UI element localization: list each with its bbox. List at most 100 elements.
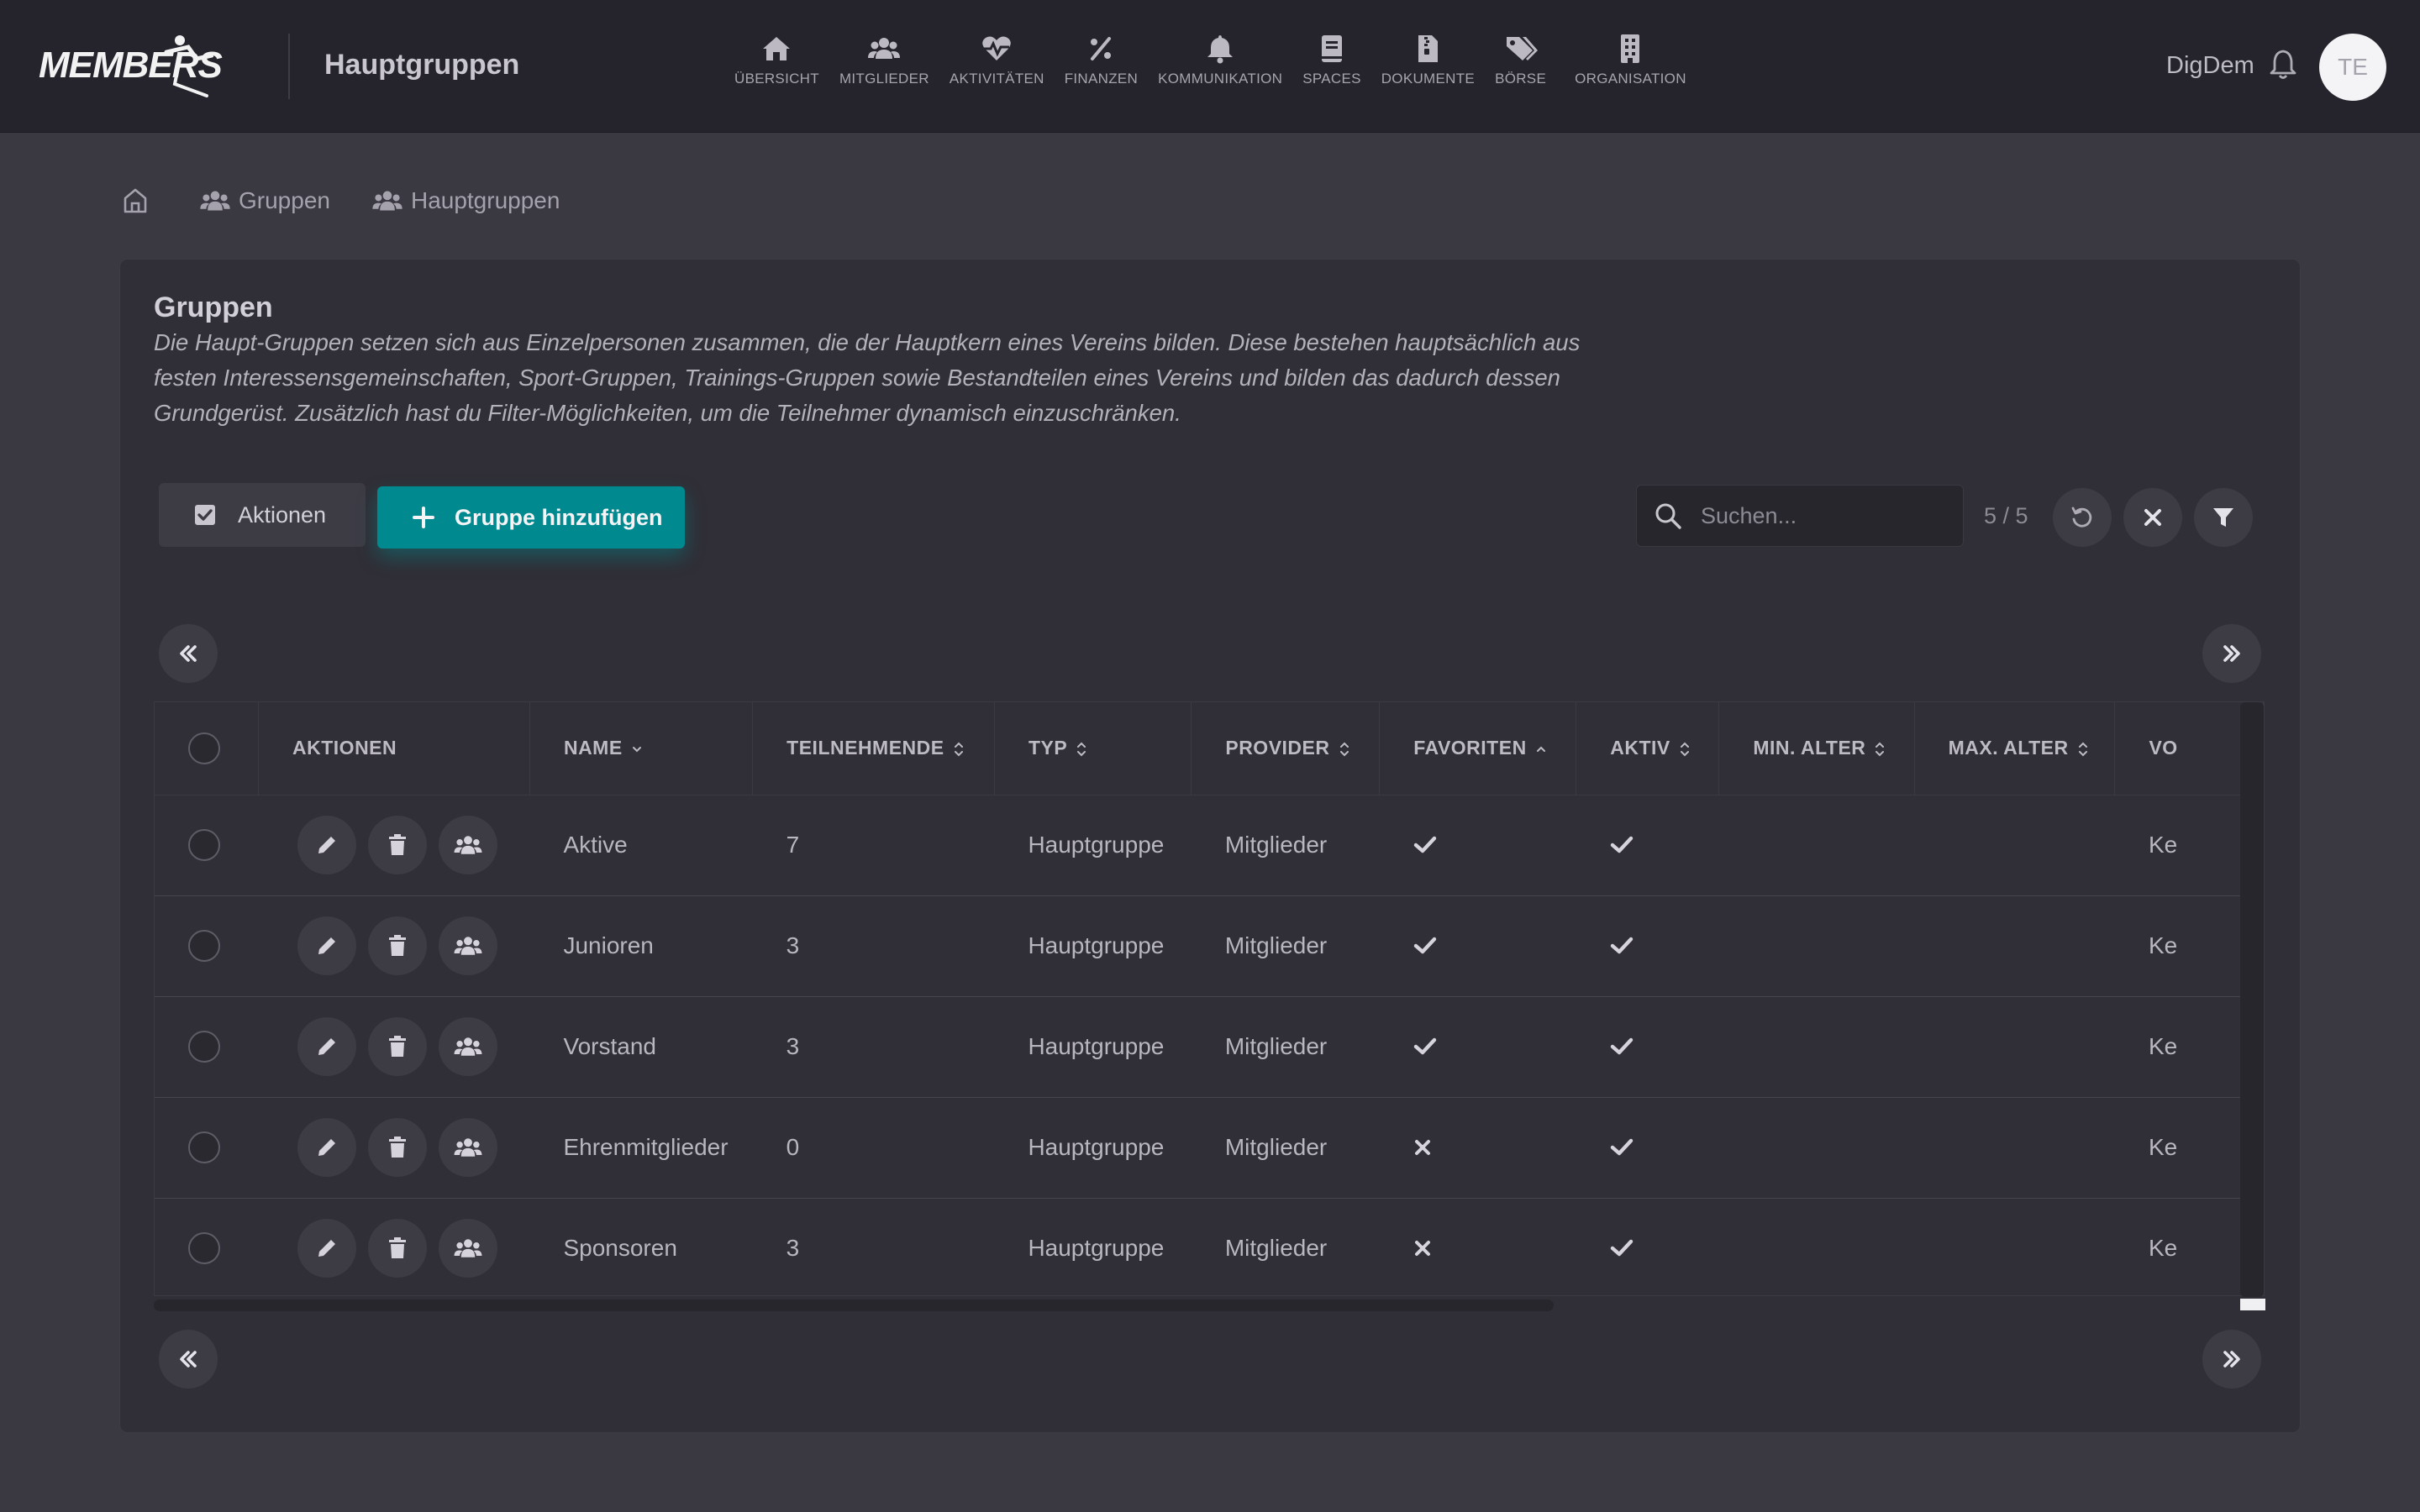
sort-asc-icon [1536, 746, 1545, 753]
column-header-name[interactable]: NAME [529, 702, 754, 795]
row-actions-cell [258, 1097, 530, 1199]
page-last-button-bottom[interactable] [2202, 1330, 2261, 1389]
scrollbar-thumb[interactable] [2240, 1299, 2265, 1310]
notification-bell-icon[interactable] [2265, 47, 2301, 82]
check-icon [1610, 937, 1633, 954]
home-icon [763, 37, 791, 60]
sort-icon [1339, 742, 1349, 757]
row-select-checkbox[interactable] [188, 829, 220, 861]
add-group-button[interactable]: Gruppe hinzufügen [377, 486, 685, 549]
cell-name: Ehrenmitglieder [529, 1097, 753, 1199]
members-button[interactable] [438, 816, 497, 874]
members-button[interactable] [438, 916, 497, 975]
row-select-cell[interactable] [155, 795, 259, 896]
table-row[interactable]: Junioren 3 Hauptgruppe Mitglieder Ke [155, 895, 2264, 997]
sort-icon [1680, 742, 1689, 757]
table-row[interactable]: Ehrenmitglieder 0 Hauptgruppe Mitglieder… [155, 1097, 2264, 1199]
members-button[interactable] [438, 1219, 497, 1278]
cell-min-age [1718, 1097, 1915, 1199]
horizontal-scrollbar[interactable] [154, 1299, 1554, 1311]
nav-item-finanzen[interactable]: FINANZEN [1055, 32, 1148, 99]
row-select-cell[interactable] [155, 996, 259, 1098]
nav-item-kommunikation[interactable]: KOMMUNIKATION [1148, 32, 1292, 99]
table-row[interactable]: Aktive 7 Hauptgruppe Mitglieder Ke [155, 795, 2264, 896]
row-select-checkbox[interactable] [188, 1031, 220, 1063]
column-header-typ[interactable]: TYP [994, 702, 1192, 795]
nav-item-aktivitaeten[interactable]: AKTIVITÄTEN [939, 32, 1055, 99]
edit-button[interactable] [297, 1017, 356, 1076]
table-row[interactable]: Vorstand 3 Hauptgruppe Mitglieder Ke [155, 996, 2264, 1098]
column-label: TYP [1028, 737, 1068, 759]
delete-button[interactable] [367, 1118, 427, 1177]
search-icon [1655, 503, 1681, 529]
members-button[interactable] [438, 1017, 497, 1076]
column-header-provider[interactable]: PROVIDER [1191, 702, 1381, 795]
trash-icon [388, 1036, 406, 1057]
reset-button[interactable] [2053, 488, 2112, 547]
row-actions-cell [258, 795, 530, 896]
page-first-button-bottom[interactable] [159, 1330, 218, 1389]
row-select-cell[interactable] [155, 895, 259, 997]
clear-button[interactable] [2123, 488, 2182, 547]
column-label: FAVORITEN [1413, 737, 1527, 759]
row-select-cell[interactable] [155, 1198, 259, 1295]
vertical-scrollbar[interactable] [2240, 702, 2264, 1297]
cell-active [1576, 1198, 1719, 1295]
breadcrumb-home[interactable] [121, 186, 158, 215]
select-all-checkbox[interactable] [188, 732, 220, 764]
delete-button[interactable] [367, 816, 427, 874]
edit-button[interactable] [297, 816, 356, 874]
breadcrumb-gruppen[interactable]: Gruppen [200, 187, 330, 214]
delete-button[interactable] [367, 916, 427, 975]
column-header-favoriten[interactable]: FAVORITEN [1379, 702, 1577, 795]
row-select-checkbox[interactable] [188, 1131, 220, 1163]
pencil-icon [318, 1240, 335, 1257]
members-button[interactable] [438, 1118, 497, 1177]
row-select-cell[interactable] [155, 1097, 259, 1199]
table-row[interactable]: Sponsoren 3 Hauptgruppe Mitglieder Ke [155, 1198, 2264, 1295]
plus-icon [413, 507, 434, 528]
delete-button[interactable] [367, 1017, 427, 1076]
percent-icon [1091, 37, 1112, 60]
row-select-checkbox[interactable] [188, 1232, 220, 1264]
column-header-aktiv[interactable]: AKTIV [1576, 702, 1720, 795]
nav-item-boerse[interactable]: BÖRSE [1485, 32, 1556, 99]
search-field[interactable] [1636, 485, 1964, 547]
edit-button[interactable] [297, 1219, 356, 1278]
breadcrumb-hauptgruppen[interactable]: Hauptgruppen [372, 187, 560, 214]
search-input[interactable] [1701, 502, 1953, 529]
column-header-teilnehmende[interactable]: TEILNEHMENDE [752, 702, 995, 795]
page-last-button[interactable] [2202, 624, 2261, 683]
nav-item-uebersicht[interactable]: ÜBERSICHT [724, 32, 829, 99]
users-icon [454, 1239, 481, 1257]
column-header-max-alter[interactable]: MAX. ALTER [1914, 702, 2116, 795]
avatar[interactable]: TE [2319, 34, 2386, 101]
nav-item-organisation[interactable]: ORGANISATION [1556, 32, 1697, 99]
user-name[interactable]: DigDem [2166, 52, 2254, 80]
cell-min-age [1718, 795, 1915, 896]
double-chevron-left-icon [180, 1351, 197, 1368]
nav-item-mitglieder[interactable]: MITGLIEDER [829, 32, 939, 99]
members-logo[interactable]: MEMBERS [39, 32, 259, 99]
select-all-header[interactable] [155, 702, 260, 795]
cell-min-age [1718, 1198, 1915, 1295]
row-select-checkbox[interactable] [188, 930, 220, 962]
column-header-aktionen: AKTIONEN [258, 702, 530, 795]
page-first-button[interactable] [159, 624, 218, 683]
home-icon [124, 188, 147, 213]
edit-button[interactable] [297, 1118, 356, 1177]
nav-item-spaces[interactable]: SPACES [1292, 32, 1371, 99]
trash-icon [388, 935, 406, 956]
check-icon [1610, 1037, 1633, 1055]
breadcrumb: Gruppen Hauptgruppen [121, 186, 602, 215]
filter-button[interactable] [2194, 488, 2253, 547]
users-icon [454, 1138, 481, 1157]
nav-item-dokumente[interactable]: DOKUMENTE [1371, 32, 1485, 99]
card-description: Die Haupt-Gruppen setzen sich aus Einzel… [154, 329, 1581, 426]
column-header-min-alter[interactable]: MIN. ALTER [1718, 702, 1915, 795]
delete-button[interactable] [367, 1219, 427, 1278]
check-icon [1610, 1239, 1633, 1257]
cell-max-age [1914, 996, 2115, 1098]
edit-button[interactable] [297, 916, 356, 975]
actions-button[interactable]: Aktionen [159, 483, 366, 547]
